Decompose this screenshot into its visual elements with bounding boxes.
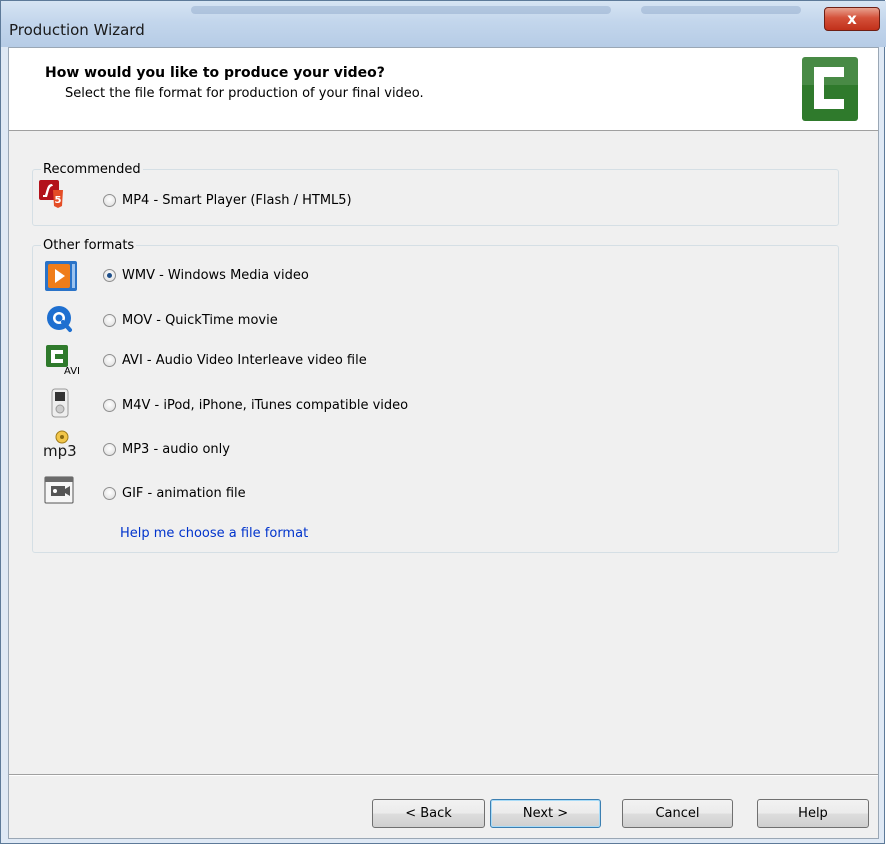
option-label: MP3 - audio only	[122, 441, 230, 457]
radio-gif[interactable]	[103, 486, 116, 500]
quicktime-icon	[47, 306, 72, 332]
help-choose-format-link[interactable]: Help me choose a file format	[120, 526, 308, 541]
format-option-mp3[interactable]: MP3 - audio only	[103, 436, 230, 462]
format-option-mov[interactable]: MOV - QuickTime movie	[103, 307, 278, 333]
camtasia-logo-icon	[802, 57, 858, 121]
help-button[interactable]: Help	[757, 799, 869, 828]
option-label: WMV - Windows Media video	[122, 267, 309, 283]
page-subtitle: Select the file format for production of…	[65, 86, 424, 101]
option-label: MOV - QuickTime movie	[122, 312, 278, 328]
production-wizard-window: Production Wizard x How would you like t…	[0, 0, 886, 844]
radio-wmv[interactable]	[103, 268, 116, 282]
radio-m4v[interactable]	[103, 398, 116, 412]
recommended-legend: Recommended	[43, 162, 141, 177]
mp3-badge: mp3	[43, 442, 77, 460]
radio-mp3[interactable]	[103, 442, 116, 456]
option-label: M4V - iPod, iPhone, iTunes compatible vi…	[122, 397, 409, 413]
avi-badge: AVI	[64, 366, 80, 377]
page-title: How would you like to produce your video…	[45, 65, 385, 81]
footer-divider	[9, 774, 878, 776]
radio-mov[interactable]	[103, 313, 116, 327]
cancel-button[interactable]: Cancel	[622, 799, 733, 828]
back-button[interactable]: < Back	[372, 799, 485, 828]
windows-media-icon	[45, 261, 77, 291]
window-title: Production Wizard	[9, 21, 145, 39]
other-formats-legend: Other formats	[43, 238, 135, 253]
close-button[interactable]: x	[824, 7, 880, 31]
format-option-gif[interactable]: GIF - animation file	[103, 480, 246, 506]
blurred-background	[641, 6, 801, 14]
flash-html5-icon: 5	[39, 180, 63, 208]
title-bar: Production Wizard x	[1, 1, 886, 47]
format-option-mp4[interactable]: MP4 - Smart Player (Flash / HTML5)	[103, 187, 352, 213]
wizard-header: How would you like to produce your video…	[9, 48, 878, 131]
format-option-avi[interactable]: AVI - Audio Video Interleave video file	[103, 347, 367, 373]
radio-mp4[interactable]	[103, 193, 116, 207]
radio-avi[interactable]	[103, 353, 116, 367]
blurred-background	[191, 6, 611, 14]
next-button[interactable]: Next >	[490, 799, 601, 828]
ipod-icon	[51, 388, 69, 418]
option-label: GIF - animation file	[122, 485, 246, 501]
option-label: AVI - Audio Video Interleave video file	[122, 352, 367, 368]
format-option-m4v[interactable]: M4V - iPod, iPhone, iTunes compatible vi…	[103, 392, 408, 418]
option-label: MP4 - Smart Player (Flash / HTML5)	[122, 192, 352, 208]
gif-icon	[44, 476, 74, 504]
svg-text:5: 5	[55, 195, 62, 206]
wizard-body: How would you like to produce your video…	[8, 47, 879, 839]
format-option-wmv[interactable]: WMV - Windows Media video	[103, 262, 309, 288]
close-icon: x	[847, 10, 857, 28]
